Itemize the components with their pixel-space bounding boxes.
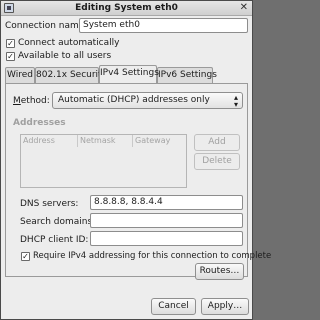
require-ipv4-label: Require IPv4 addressing for this connect… (33, 251, 272, 261)
title-bar[interactable]: Editing System eth0 ✕ (1, 1, 252, 16)
require-ipv4-checkbox[interactable]: ✓ (21, 252, 30, 261)
window-title: Editing System eth0 (75, 3, 178, 13)
method-select[interactable]: Automatic (DHCP) addresses only ▴ ▾ (52, 92, 243, 109)
available-to-all-users-label: Available to all users (18, 51, 112, 61)
search-domains-input[interactable] (90, 213, 243, 228)
cancel-button[interactable]: Cancel (151, 298, 196, 315)
addresses-heading: Addresses (13, 118, 66, 128)
search-domains-label: Search domains: (20, 217, 96, 227)
dns-servers-label: DNS servers: (20, 199, 79, 209)
connection-name-label: Connection name: (5, 21, 88, 31)
method-label: Method: (13, 96, 50, 106)
column-header-gateway[interactable]: Gateway (133, 135, 186, 147)
method-label-rest: ethod: (20, 96, 50, 106)
connect-automatically-label: Connect automatically (18, 38, 120, 48)
up-down-arrows-icon: ▴ ▾ (233, 93, 238, 109)
connect-automatically-checkbox[interactable]: ✓ (6, 39, 15, 48)
dhcp-client-id-label: DHCP client ID: (20, 235, 89, 245)
dns-servers-input[interactable]: 8.8.8.8, 8.8.4.4 (90, 195, 243, 210)
edit-connection-dialog: Editing System eth0 ✕ Connection name: S… (0, 0, 271, 320)
tab-ipv6-settings[interactable]: IPv6 Settings (157, 67, 217, 83)
method-select-value: Automatic (DHCP) addresses only (58, 95, 210, 105)
add-address-button[interactable]: Add (194, 134, 240, 151)
ipv4-settings-panel: Method: Automatic (DHCP) addresses only … (5, 83, 271, 277)
delete-address-button[interactable]: Delete (194, 153, 240, 170)
column-header-netmask[interactable]: Netmask (78, 135, 133, 147)
routes-button[interactable]: Routes… (195, 263, 244, 280)
column-header-address[interactable]: Address (21, 135, 78, 147)
dhcp-client-id-input[interactable] (90, 231, 243, 246)
apply-button[interactable]: Apply… (201, 298, 249, 315)
tab-ipv4-settings[interactable]: IPv4 Settings (99, 65, 159, 83)
tab-wired[interactable]: Wired (5, 67, 35, 83)
tab-802-1x-security[interactable]: 802.1x Security (35, 67, 107, 83)
addresses-table[interactable]: Address Netmask Gateway (20, 134, 187, 188)
connection-name-input[interactable]: System eth0 (79, 18, 248, 33)
available-to-all-users-checkbox[interactable]: ✓ (6, 52, 15, 61)
close-icon[interactable]: ✕ (240, 2, 248, 14)
